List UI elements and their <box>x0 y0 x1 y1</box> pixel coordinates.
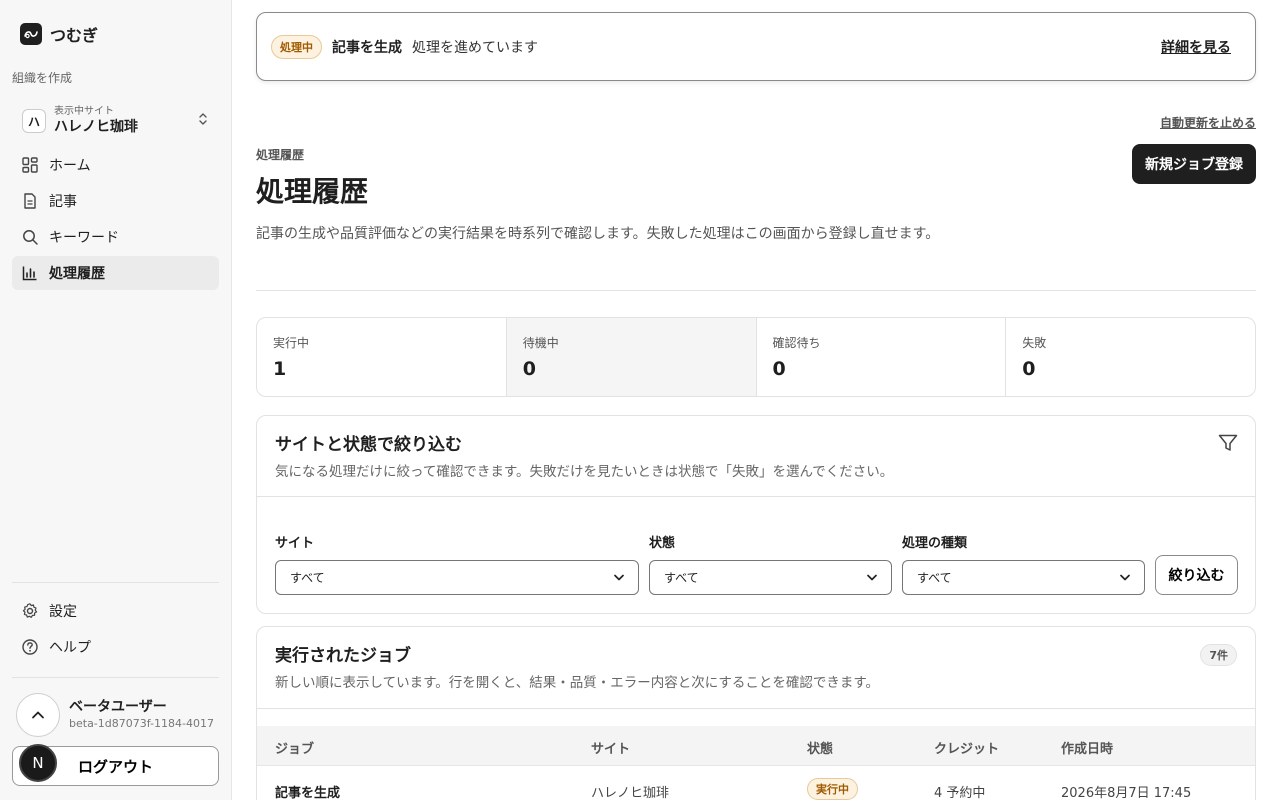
site-initial-avatar: ハ <box>22 109 46 133</box>
bar-chart-icon <box>22 266 37 281</box>
jobs-subtitle: 新しい順に表示しています。行を開くと、結果・品質・エラー内容と次にすることを確認… <box>275 675 879 691</box>
sidebar: つむぎ 組織を作成 ハ 表示中サイト ハレノヒ珈琲 ホーム 記事 キーワード 処… <box>0 0 232 800</box>
create-organization-link[interactable]: 組織を作成 <box>12 69 72 86</box>
stat-value: 0 <box>772 358 786 380</box>
site-switcher[interactable]: ハ 表示中サイト ハレノヒ珈琲 <box>12 100 219 142</box>
stat-label: 失敗 <box>1022 336 1047 350</box>
new-job-button[interactable]: 新規ジョブ登録 <box>1132 144 1256 184</box>
breadcrumb: 処理履歴 <box>256 148 305 162</box>
column-header-job: ジョブ <box>275 742 315 757</box>
column-header-status: 状態 <box>807 742 834 757</box>
stat-label: 待機中 <box>522 336 559 350</box>
job-status-summary: 実行中 1 待機中 0 確認待ち 0 失敗 0 <box>256 317 1256 397</box>
home-grid-icon <box>22 157 38 173</box>
chevron-up-icon <box>32 711 44 719</box>
column-header-site: サイト <box>591 742 631 757</box>
sidebar-secondary-nav: 設定 ヘルプ <box>12 594 219 666</box>
sidebar-item-label: キーワード <box>49 230 119 246</box>
chevron-down-icon <box>1120 574 1130 581</box>
sidebar-item-history[interactable]: 処理履歴 <box>12 256 219 290</box>
sidebar-item-label: ヘルプ <box>49 640 91 656</box>
status-badge: 処理中 <box>271 34 322 59</box>
sidebar-item-label: 設定 <box>49 604 77 620</box>
status-filter-label: 状態 <box>649 536 676 551</box>
job-count-badge: 7件 <box>1200 644 1237 666</box>
site-cell: ハレノヒ珈琲 <box>591 786 670 800</box>
gear-icon <box>22 603 38 618</box>
user-id: beta-1d87073f-1184-4017 <box>69 717 214 731</box>
user-menu[interactable]: ベータユーザー beta-1d87073f-1184-4017 <box>16 693 217 737</box>
sidebar-divider <box>12 677 219 678</box>
brand[interactable]: つむぎ <box>20 22 98 46</box>
site-filter-select[interactable]: すべて <box>275 560 639 595</box>
site-filter-label: サイト <box>275 536 315 551</box>
sidebar-item-keywords[interactable]: キーワード <box>12 220 219 254</box>
card-divider <box>257 496 1255 497</box>
apply-filter-button[interactable]: 絞り込む <box>1155 555 1238 595</box>
stat-waiting: 待機中 0 <box>506 318 757 396</box>
banner-message: 処理を進めています <box>412 39 538 56</box>
stat-label: 確認待ち <box>772 336 821 350</box>
sidebar-item-label: 記事 <box>49 194 77 210</box>
document-icon <box>24 193 36 209</box>
select-value: すべて <box>664 571 699 585</box>
user-menu-toggle[interactable] <box>16 693 60 737</box>
card-divider <box>257 708 1255 709</box>
sidebar-divider <box>12 582 219 583</box>
job-type-filter-select[interactable]: すべて <box>902 560 1145 595</box>
sidebar-item-label: ホーム <box>49 158 91 174</box>
select-value: すべて <box>290 571 325 585</box>
stat-value: 1 <box>273 358 287 380</box>
credit-cell: 4 予約中 <box>934 786 986 800</box>
job-type-filter-label: 処理の種類 <box>902 536 968 551</box>
status-filter-select[interactable]: すべて <box>649 560 892 595</box>
user-name: ベータユーザー <box>69 699 167 716</box>
banner-job-title: 記事を生成 <box>332 39 402 56</box>
help-icon <box>22 639 38 655</box>
jobs-title: 実行されたジョブ <box>275 646 411 666</box>
site-switcher-caption: 表示中サイト <box>54 106 114 117</box>
job-progress-banner: 処理中 記事を生成 処理を進めています 詳細を見る <box>256 12 1256 81</box>
status-badge: 実行中 <box>807 778 858 800</box>
job-name-cell: 記事を生成 <box>275 786 341 800</box>
view-details-link[interactable]: 詳細を見る <box>1161 37 1231 57</box>
sidebar-item-help[interactable]: ヘルプ <box>12 630 219 664</box>
stat-label: 実行中 <box>273 336 310 350</box>
page-description: 記事の生成や品質評価などの実行結果を時系列で確認します。失敗した処理はこの画面か… <box>256 226 940 242</box>
filter-subtitle: 気になる処理だけに絞って確認できます。失敗だけを見たいときは状態で「失敗」を選ん… <box>275 464 894 480</box>
sidebar-item-home[interactable]: ホーム <box>12 148 219 182</box>
jobs-table-header: ジョブ サイト 状態 クレジット 作成日時 <box>257 726 1255 766</box>
tsumugi-logo-icon <box>20 23 42 45</box>
current-site-name: ハレノヒ珈琲 <box>54 118 138 135</box>
avatar[interactable]: N <box>19 744 57 782</box>
chevron-up-down-icon <box>197 111 209 131</box>
stat-value: 0 <box>1022 358 1036 380</box>
search-icon <box>23 230 38 245</box>
stat-pending-review: 確認待ち 0 <box>757 318 1007 396</box>
jobs-card: 実行されたジョブ 新しい順に表示しています。行を開くと、結果・品質・エラー内容と… <box>256 626 1256 800</box>
header-divider <box>256 290 1256 291</box>
filter-icon <box>1217 432 1239 458</box>
chevron-down-icon <box>867 574 877 581</box>
select-value: すべて <box>917 571 952 585</box>
stat-value: 0 <box>522 358 536 380</box>
stop-auto-refresh-link[interactable]: 自動更新を止める <box>1160 114 1256 131</box>
sidebar-item-articles[interactable]: 記事 <box>12 184 219 218</box>
brand-name: つむぎ <box>50 26 99 45</box>
sidebar-item-settings[interactable]: 設定 <box>12 594 219 628</box>
filter-card: サイトと状態で絞り込む 気になる処理だけに絞って確認できます。失敗だけを見たいと… <box>256 415 1256 614</box>
column-header-credit: クレジット <box>934 742 1000 757</box>
sidebar-item-label: 処理履歴 <box>49 266 105 282</box>
page-title: 処理履歴 <box>256 175 369 208</box>
sidebar-nav: ホーム 記事 キーワード 処理履歴 <box>12 148 219 292</box>
column-header-created: 作成日時 <box>1061 742 1114 757</box>
created-at-cell: 2026年8月7日 17:45 <box>1061 786 1192 800</box>
filter-title: サイトと状態で絞り込む <box>275 435 462 455</box>
chevron-down-icon <box>614 574 624 581</box>
stat-running: 実行中 1 <box>257 318 507 396</box>
stat-failed: 失敗 0 <box>1006 318 1255 396</box>
